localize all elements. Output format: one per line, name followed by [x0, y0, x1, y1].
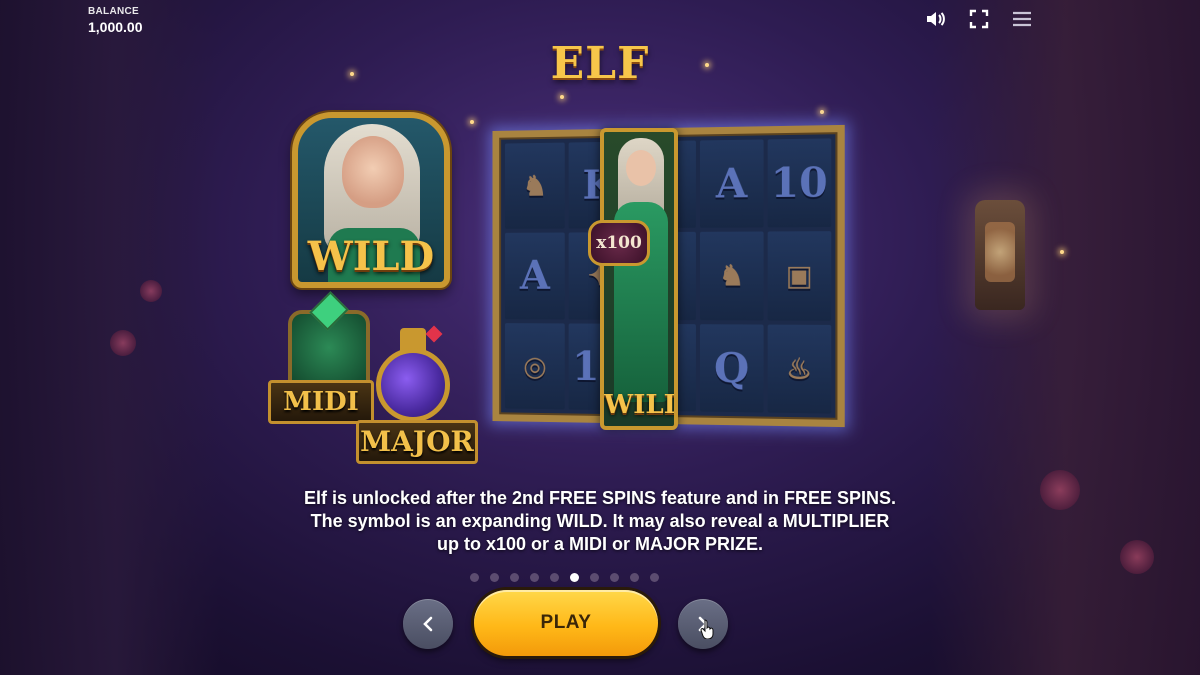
flower [140, 280, 162, 302]
description-line: The symbol is an expanding WILD. It may … [310, 511, 890, 531]
reel-symbol: Q [700, 323, 764, 413]
description-line: Elf is unlocked after the 2nd FREE SPINS… [303, 488, 897, 508]
play-button[interactable]: PLAY [474, 590, 658, 656]
page-dot[interactable] [490, 573, 499, 582]
page-dot[interactable] [650, 573, 659, 582]
balance-value: 1,000.00 [88, 19, 143, 35]
ruby-icon [425, 325, 443, 343]
page-dot[interactable] [530, 573, 539, 582]
book-symbol: ▣ [767, 231, 832, 321]
page-dot-active[interactable] [570, 573, 579, 582]
menu-icon[interactable] [1010, 8, 1034, 30]
major-label: MAJOR [356, 420, 478, 464]
reel-wild-label: WILD [604, 390, 678, 420]
tree-right [930, 0, 1200, 675]
lantern [975, 200, 1025, 310]
chevron-left-icon [423, 616, 433, 632]
fullscreen-icon[interactable] [967, 8, 991, 30]
balance-display: BALANCE 1,000.00 [88, 6, 143, 35]
wild-label: WILD [307, 233, 435, 280]
sparkle [1060, 250, 1064, 254]
boots-symbol: ♞ [700, 231, 764, 321]
speaker-icon[interactable] [924, 8, 948, 30]
page-dot[interactable] [590, 573, 599, 582]
reel-symbol: A [700, 139, 764, 229]
wild-symbol: WILD [292, 112, 450, 288]
pipe-symbol: ♨ [767, 324, 832, 414]
reel-symbol: 10 [767, 138, 832, 228]
expanded-elf-wild: WILD [600, 128, 678, 430]
hand-cursor-icon [700, 619, 716, 644]
balance-label: BALANCE [88, 6, 139, 17]
sparkle [560, 95, 564, 99]
ring-symbol: ◎ [504, 322, 566, 410]
page-title: ELF [550, 38, 650, 89]
page-dot[interactable] [510, 573, 519, 582]
major-prize-symbol: MAJOR [356, 324, 478, 464]
page-dot[interactable] [630, 573, 639, 582]
boots-symbol: ♞ [504, 142, 566, 230]
previous-button[interactable] [403, 599, 453, 649]
sparkle [820, 110, 824, 114]
page-dot[interactable] [610, 573, 619, 582]
page-indicator [470, 573, 659, 582]
sparkle [470, 120, 474, 124]
reel-symbol: A [504, 232, 566, 320]
page-dot[interactable] [550, 573, 559, 582]
page-dot[interactable] [470, 573, 479, 582]
flower [110, 330, 136, 356]
description-line: up to x100 or a MIDI or MAJOR PRIZE. [436, 534, 764, 554]
feature-description: Elf is unlocked after the 2nd FREE SPINS… [0, 487, 1200, 556]
potion-flask-icon [376, 348, 450, 422]
tree-left [0, 0, 220, 675]
multiplier-badge: x100 [588, 220, 650, 266]
